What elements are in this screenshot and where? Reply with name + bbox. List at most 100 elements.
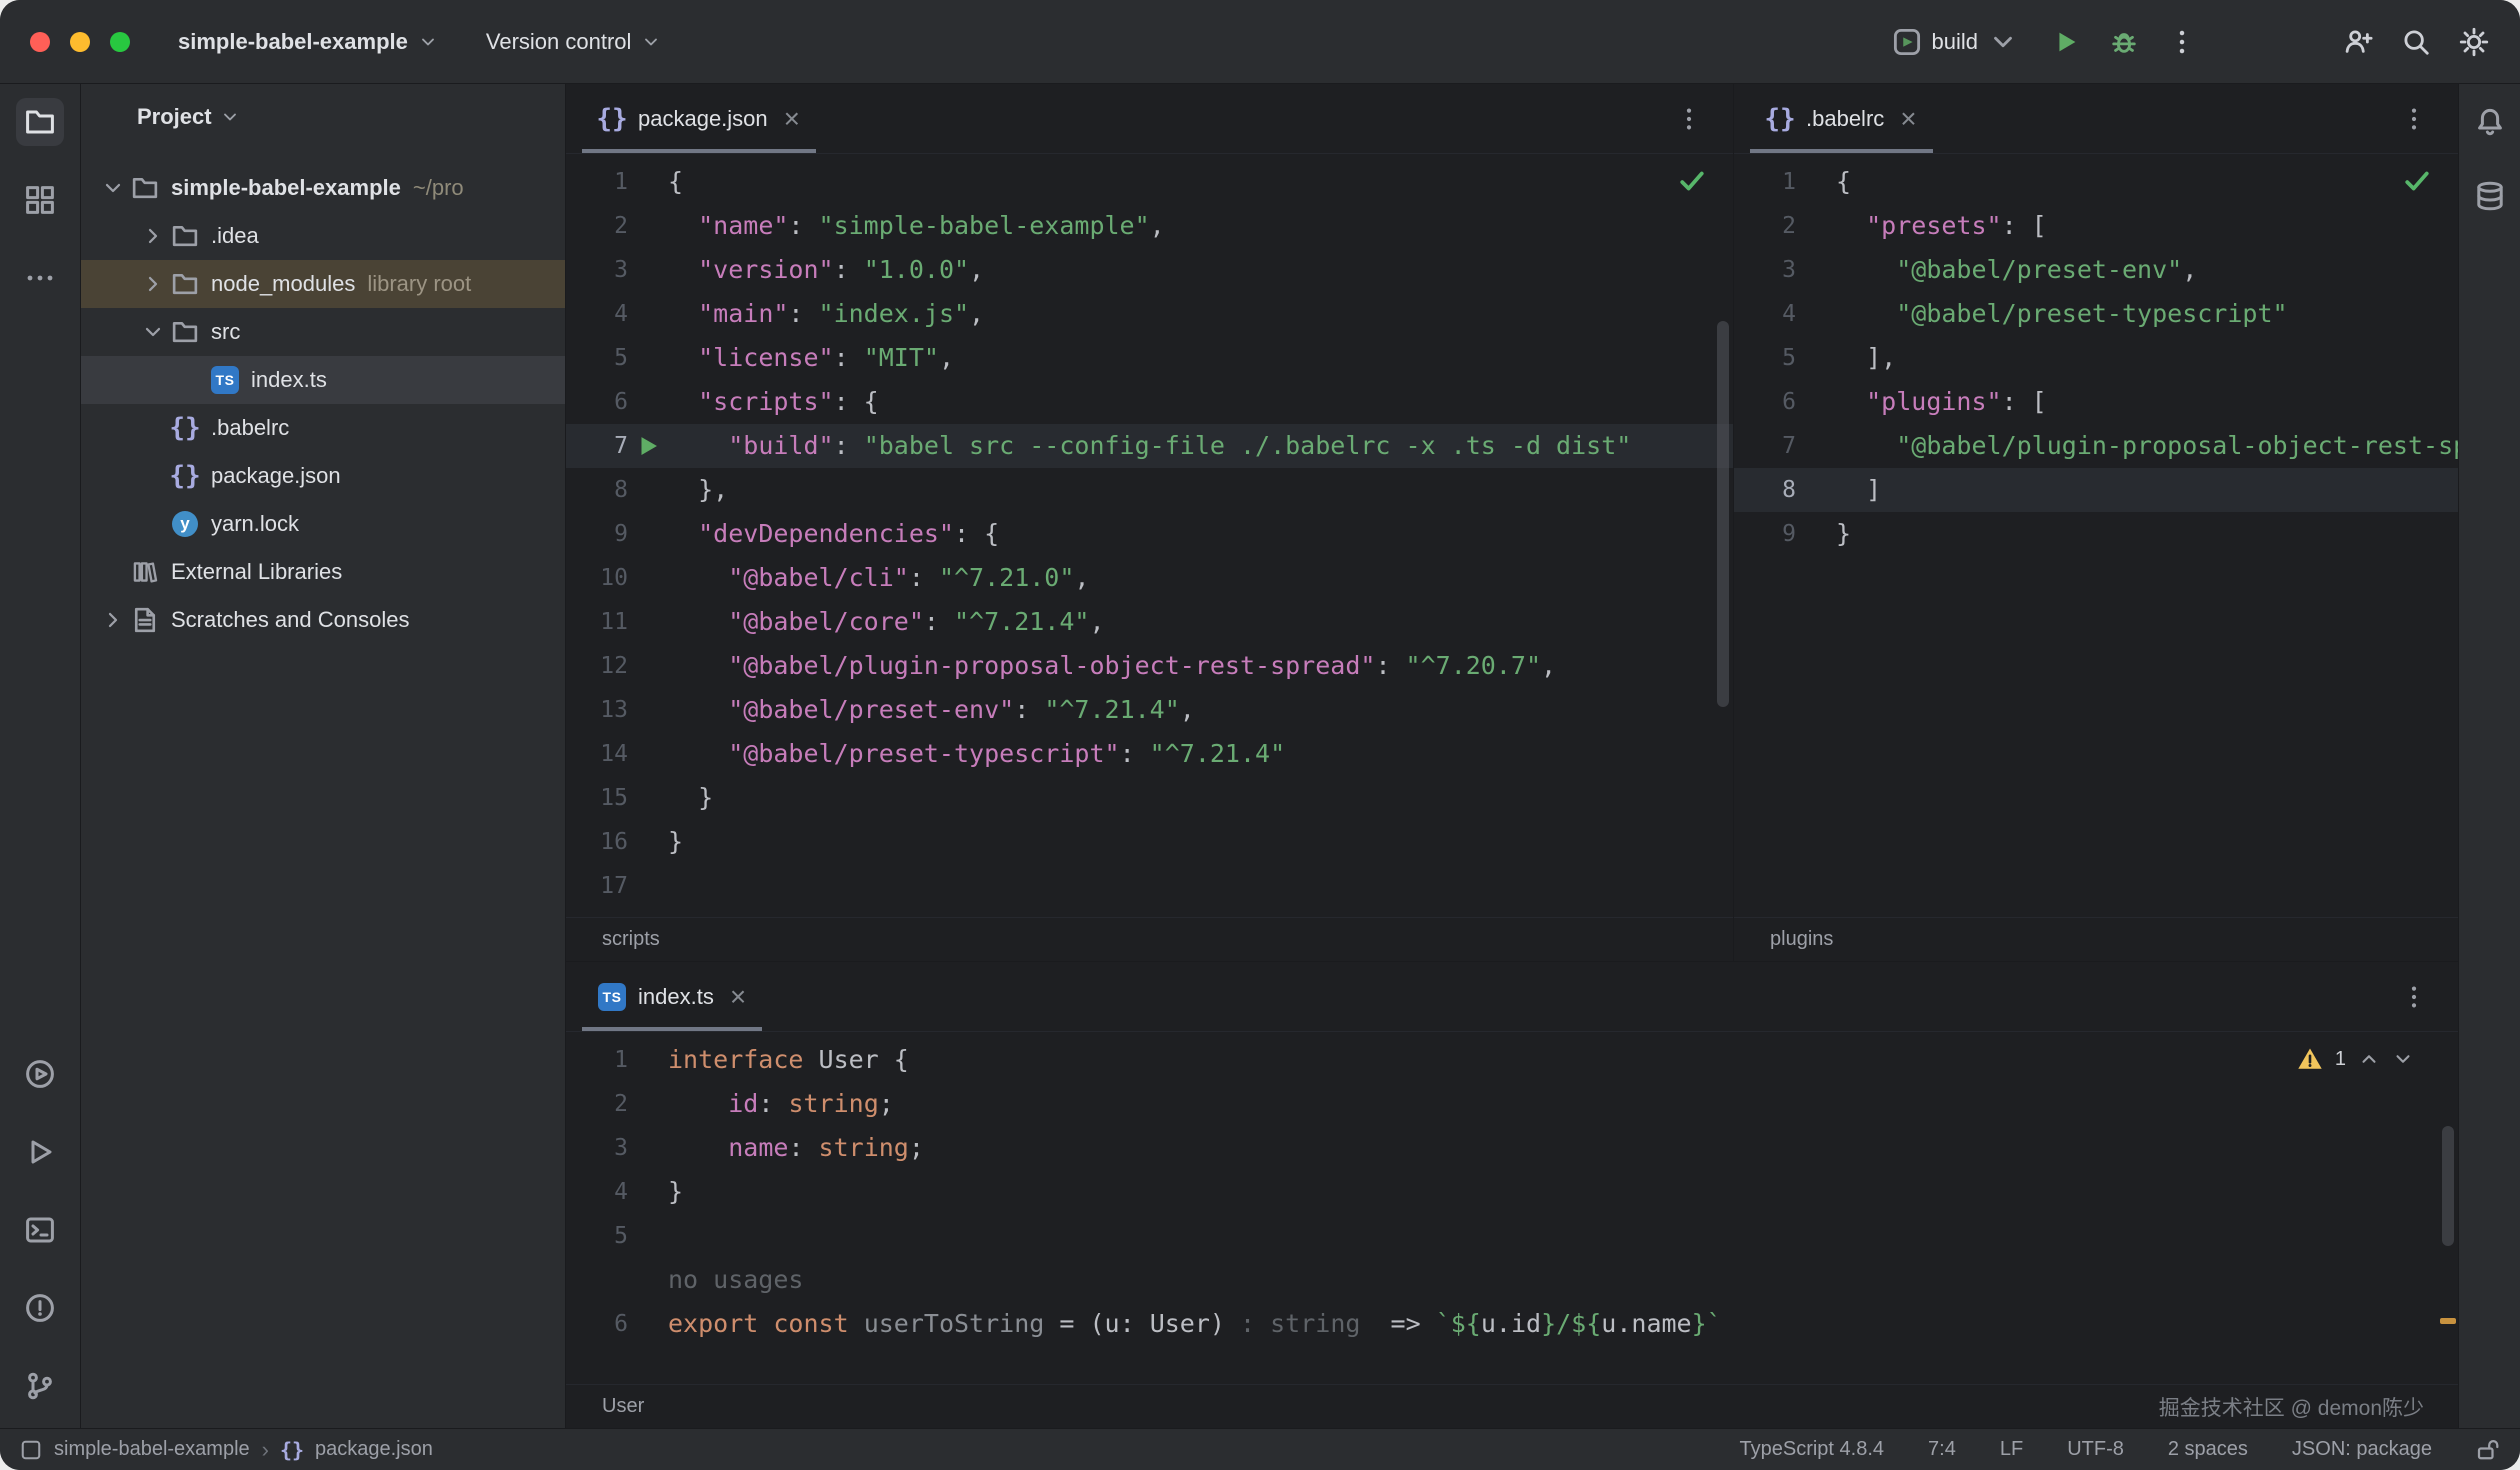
line-number[interactable]: 17	[566, 864, 628, 908]
more-tool-button[interactable]	[16, 254, 64, 302]
scrollbar-thumb[interactable]	[1717, 321, 1729, 707]
code-line[interactable]: 8 ]	[1734, 468, 2458, 512]
inspections-widget[interactable]: 1	[2297, 1046, 2414, 1072]
debug-button[interactable]	[2102, 20, 2146, 64]
code-line[interactable]: 6export const userToString = (u: User) :…	[566, 1302, 2458, 1346]
close-tab-icon[interactable]: ×	[730, 983, 746, 1011]
breadcrumb-item[interactable]: User	[602, 1395, 644, 1418]
line-number[interactable]: 11	[566, 600, 628, 644]
chevron-down-icon[interactable]	[2392, 1048, 2414, 1070]
notifications-tool-button[interactable]	[2468, 100, 2512, 144]
status-lf[interactable]: LF	[2000, 1438, 2023, 1461]
tree-item-package-json[interactable]: {}package.json	[81, 452, 565, 500]
line-number[interactable]: 16	[566, 820, 628, 864]
code-line[interactable]: 1{	[1734, 160, 2458, 204]
line-number[interactable]: 13	[566, 688, 628, 732]
breadcrumb-item[interactable]: scripts	[602, 928, 660, 951]
code-line[interactable]: 9 "devDependencies": {	[566, 512, 1733, 556]
line-number[interactable]: 2	[566, 204, 628, 248]
code-area-babelrc[interactable]: 1{2 "presets": [3 "@babel/preset-env",4 …	[1734, 154, 2458, 917]
line-number[interactable]	[566, 1258, 628, 1302]
breadcrumb-item[interactable]: plugins	[1770, 928, 1833, 951]
editor-options-button[interactable]	[2392, 975, 2436, 1019]
line-number[interactable]: 10	[566, 556, 628, 600]
code-line[interactable]: 8 },	[566, 468, 1733, 512]
project-panel-header[interactable]: Project	[81, 84, 565, 150]
status-file-name[interactable]: package.json	[315, 1438, 433, 1461]
status-2-spaces[interactable]: 2 spaces	[2168, 1438, 2248, 1461]
code-line[interactable]: 9}	[1734, 512, 2458, 556]
line-number[interactable]: 3	[566, 248, 628, 292]
line-number[interactable]: 4	[566, 1170, 628, 1214]
line-number[interactable]: 2	[1734, 204, 1796, 248]
problems-tool-button[interactable]	[16, 1284, 64, 1332]
line-number[interactable]: 6	[566, 380, 628, 424]
line-number[interactable]: 5	[1734, 336, 1796, 380]
code-line[interactable]: 2 id: string;	[566, 1082, 2458, 1126]
chevron-right-icon[interactable]	[101, 608, 125, 632]
code-line[interactable]: 6 "plugins": [	[1734, 380, 2458, 424]
breadcrumbs[interactable]: scripts	[566, 917, 1733, 961]
line-number[interactable]: 9	[1734, 512, 1796, 556]
code-line[interactable]: 4}	[566, 1170, 2458, 1214]
tab-index-ts[interactable]: TS index.ts ×	[582, 962, 762, 1031]
chevron-down-icon[interactable]	[141, 320, 165, 344]
code-line[interactable]: 5 ],	[1734, 336, 2458, 380]
tree-item-simple-babel-example[interactable]: simple-babel-example~/pro	[81, 164, 565, 212]
structure-tool-button[interactable]	[16, 176, 64, 224]
line-number[interactable]: 12	[566, 644, 628, 688]
chevron-right-icon[interactable]	[141, 272, 165, 296]
tree-item-index-ts[interactable]: TSindex.ts	[81, 356, 565, 404]
code-line[interactable]: 13 "@babel/preset-env": "^7.21.4",	[566, 688, 1733, 732]
status-7-4[interactable]: 7:4	[1928, 1438, 1956, 1461]
line-number[interactable]: 8	[1734, 468, 1796, 512]
line-number[interactable]: 4	[566, 292, 628, 336]
tree-item-yarn-lock[interactable]: yyarn.lock	[81, 500, 565, 548]
database-tool-button[interactable]	[2468, 174, 2512, 218]
code-line[interactable]: 10 "@babel/cli": "^7.21.0",	[566, 556, 1733, 600]
line-number[interactable]: 14	[566, 732, 628, 776]
line-number[interactable]: 5	[566, 1214, 628, 1258]
code-line[interactable]: no usages	[566, 1258, 2458, 1302]
terminal-tool-button[interactable]	[16, 1206, 64, 1254]
inspections-ok-icon[interactable]	[2402, 166, 2432, 196]
code-line[interactable]: 7 "build": "babel src --config-file ./.b…	[566, 424, 1733, 468]
status-utf-8[interactable]: UTF-8	[2067, 1438, 2124, 1461]
lock-icon[interactable]	[2476, 1438, 2500, 1462]
tree-item--babelrc[interactable]: {}.babelrc	[81, 404, 565, 452]
run-config-selector[interactable]: build	[1892, 27, 2018, 57]
tree-item-src[interactable]: src	[81, 308, 565, 356]
run-button[interactable]	[2044, 20, 2088, 64]
project-tool-button[interactable]	[16, 98, 64, 146]
line-number[interactable]: 1	[566, 160, 628, 204]
code-line[interactable]: 5	[566, 1214, 2458, 1258]
code-line[interactable]: 4 "main": "index.js",	[566, 292, 1733, 336]
services-tool-button[interactable]	[16, 1050, 64, 1098]
scrollbar-thumb[interactable]	[2442, 1126, 2454, 1246]
project-switcher[interactable]: simple-babel-example	[178, 29, 438, 55]
chevron-right-icon[interactable]	[141, 224, 165, 248]
tree-item-node-modules[interactable]: node_moduleslibrary root	[81, 260, 565, 308]
code-line[interactable]: 2 "name": "simple-babel-example",	[566, 204, 1733, 248]
search-everywhere-button[interactable]	[2394, 20, 2438, 64]
code-line[interactable]: 16}	[566, 820, 1733, 864]
chevron-down-icon[interactable]	[101, 176, 125, 200]
line-number[interactable]: 6	[1734, 380, 1796, 424]
run-tool-button[interactable]	[16, 1128, 64, 1176]
inspections-ok-icon[interactable]	[1677, 166, 1707, 196]
tree-item-external-libraries[interactable]: External Libraries	[81, 548, 565, 596]
line-number[interactable]: 8	[566, 468, 628, 512]
line-number[interactable]: 9	[566, 512, 628, 556]
zoom-window-button[interactable]	[110, 32, 130, 52]
close-tab-icon[interactable]: ×	[784, 105, 800, 133]
code-line[interactable]: 6 "scripts": {	[566, 380, 1733, 424]
code-line[interactable]: 3 "@babel/preset-env",	[1734, 248, 2458, 292]
code-line[interactable]: 3 name: string;	[566, 1126, 2458, 1170]
code-line[interactable]: 7 "@babel/plugin-proposal-object-rest-sp…	[1734, 424, 2458, 468]
code-line[interactable]: 12 "@babel/plugin-proposal-object-rest-s…	[566, 644, 1733, 688]
tree-item--idea[interactable]: .idea	[81, 212, 565, 260]
code-line[interactable]: 2 "presets": [	[1734, 204, 2458, 248]
tab-babelrc[interactable]: {} .babelrc ×	[1750, 84, 1933, 153]
line-number[interactable]: 4	[1734, 292, 1796, 336]
line-number[interactable]: 15	[566, 776, 628, 820]
